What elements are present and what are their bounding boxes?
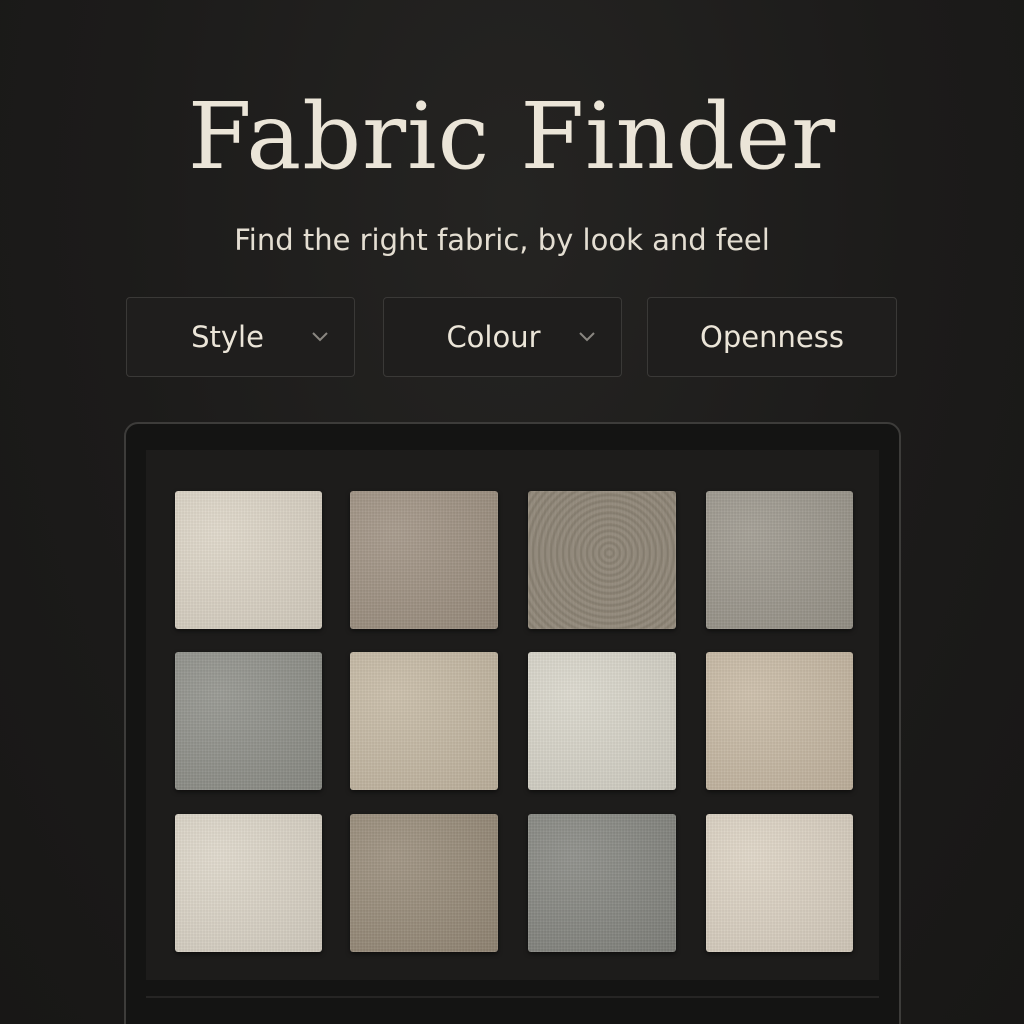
fabric-swatch[interactable]	[175, 491, 322, 629]
device-frame	[124, 422, 901, 1024]
colour-filter-dropdown[interactable]: Colour	[383, 297, 622, 377]
fabric-swatch-grid	[146, 450, 879, 980]
chevron-down-icon	[579, 332, 595, 342]
fabric-swatch[interactable]	[528, 814, 676, 952]
fabric-swatch[interactable]	[528, 491, 676, 629]
chevron-down-icon	[312, 332, 328, 342]
fabric-swatch[interactable]	[706, 652, 853, 790]
fabric-swatch[interactable]	[175, 652, 322, 790]
openness-filter-label: Openness	[700, 320, 844, 354]
fabric-swatch[interactable]	[350, 814, 498, 952]
style-filter-label: Style	[191, 320, 264, 354]
fabric-swatch[interactable]	[528, 652, 676, 790]
page-title: Fabric Finder	[187, 83, 837, 190]
style-filter-dropdown[interactable]: Style	[126, 297, 355, 377]
fabric-swatch[interactable]	[706, 814, 853, 952]
fabric-swatch[interactable]	[706, 491, 853, 629]
colour-filter-label: Colour	[446, 320, 541, 354]
openness-filter-button[interactable]: Openness	[647, 297, 897, 377]
page-subtitle: Find the right fabric, by look and feel	[234, 223, 770, 257]
fabric-swatch[interactable]	[350, 652, 498, 790]
fabric-swatch[interactable]	[350, 491, 498, 629]
frame-divider	[146, 996, 879, 998]
fabric-swatch[interactable]	[175, 814, 322, 952]
